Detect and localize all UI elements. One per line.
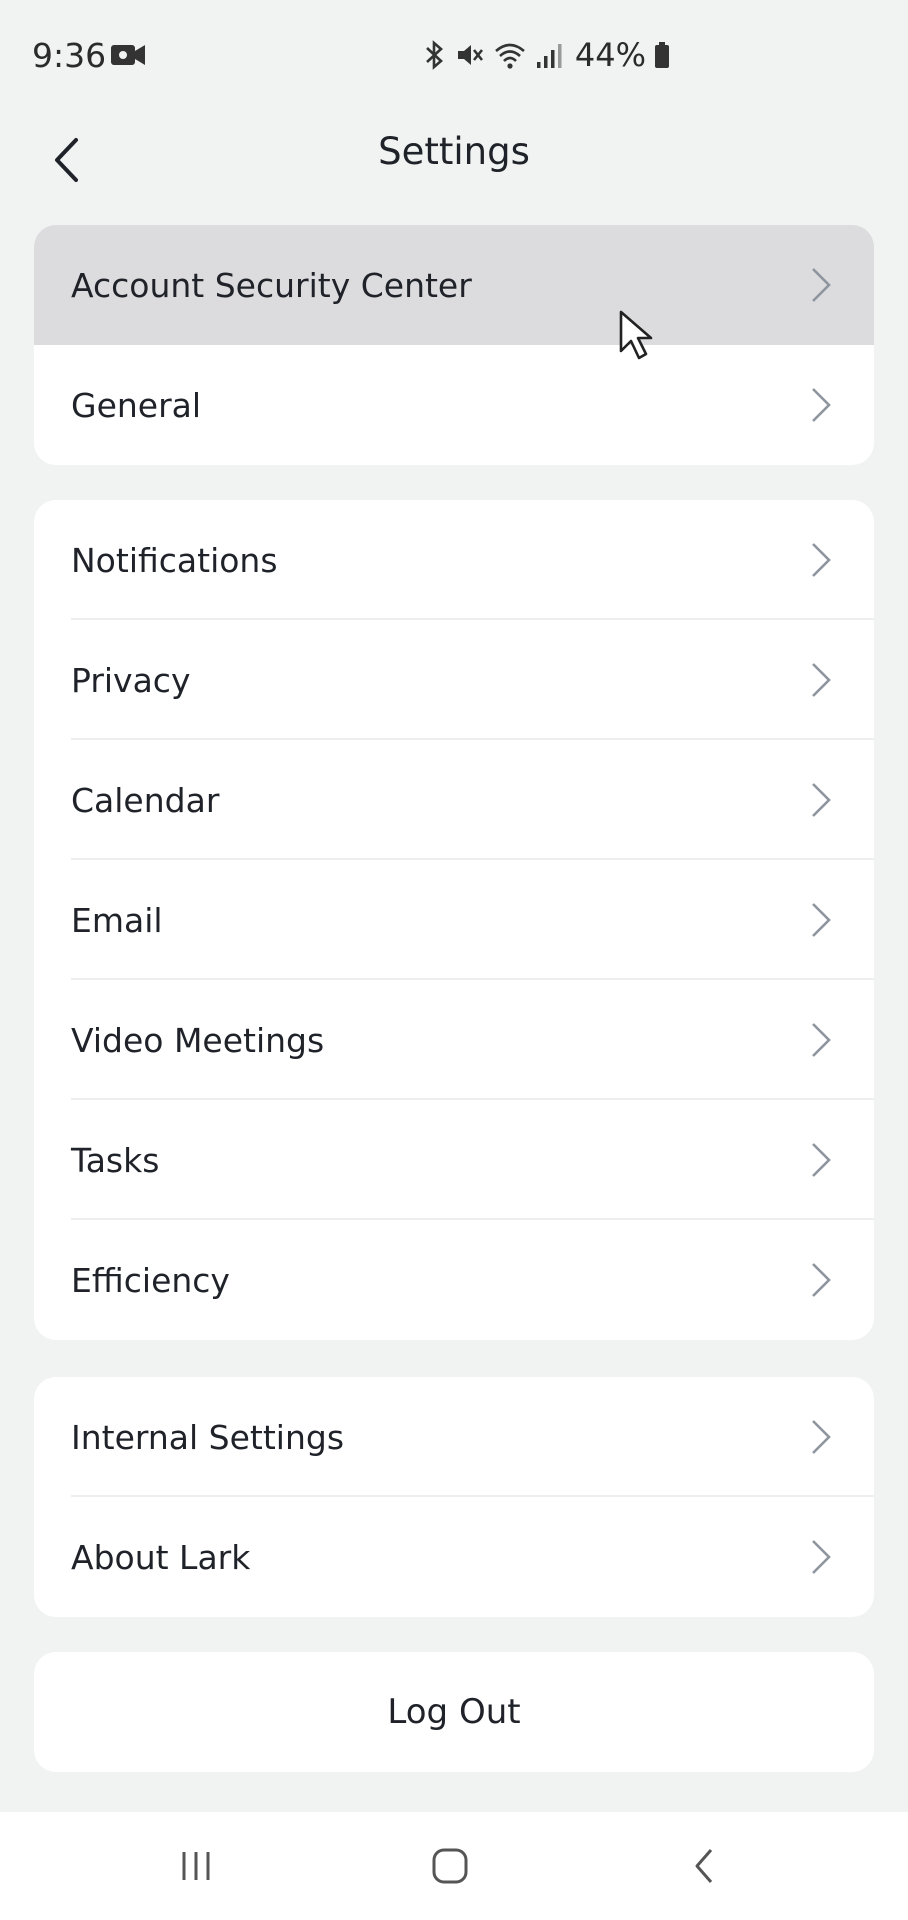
settings-group-app: Internal Settings About Lark [34, 1377, 874, 1617]
settings-group-features: Notifications Privacy Calendar Email Vid… [34, 500, 874, 1340]
row-label: Tasks [71, 1140, 160, 1180]
row-label: Email [71, 900, 163, 940]
chevron-right-icon [812, 543, 831, 577]
mute-icon [457, 45, 483, 65]
home-icon [432, 1848, 468, 1884]
chevron-right-icon [812, 1023, 831, 1057]
system-nav-bar [0, 1812, 908, 1920]
chevron-right-icon [812, 388, 831, 422]
log-out-button[interactable]: Log Out [34, 1652, 874, 1772]
row-label: Privacy [71, 660, 191, 700]
recent-apps-button[interactable] [126, 1812, 266, 1920]
header: Settings [0, 110, 908, 210]
chevron-right-icon [812, 1263, 831, 1297]
bluetooth-icon [425, 40, 443, 70]
general-row[interactable]: General [34, 345, 874, 465]
tasks-row[interactable]: Tasks [34, 1100, 874, 1220]
chevron-right-icon [812, 783, 831, 817]
settings-group-account: Account Security Center General [34, 225, 874, 465]
chevron-right-icon [812, 268, 831, 302]
privacy-row[interactable]: Privacy [34, 620, 874, 740]
battery-icon [655, 42, 669, 68]
row-label: Efficiency [71, 1260, 230, 1300]
recent-apps-icon [182, 1852, 210, 1880]
row-label: Video Meetings [71, 1020, 325, 1060]
page-title: Settings [378, 130, 530, 173]
signal-icon [536, 44, 562, 68]
about-lark-row[interactable]: About Lark [34, 1497, 874, 1617]
camera-icon [111, 45, 145, 65]
home-button[interactable] [380, 1812, 520, 1920]
system-back-button[interactable] [634, 1812, 774, 1920]
internal-settings-row[interactable]: Internal Settings [34, 1377, 874, 1497]
row-label: Calendar [71, 780, 220, 820]
chevron-right-icon [812, 903, 831, 937]
email-row[interactable]: Email [34, 860, 874, 980]
row-label: About Lark [71, 1537, 251, 1577]
chevron-right-icon [812, 1540, 831, 1574]
row-label: Notifications [71, 540, 278, 580]
battery-percent: 44% [574, 36, 646, 74]
mouse-cursor-icon [619, 310, 653, 360]
chevron-right-icon [812, 663, 831, 697]
calendar-row[interactable]: Calendar [34, 740, 874, 860]
video-meetings-row[interactable]: Video Meetings [34, 980, 874, 1100]
status-bar: 9:36 44% [0, 0, 908, 110]
back-icon [695, 1849, 713, 1883]
wifi-icon [495, 43, 525, 69]
chevron-right-icon [812, 1143, 831, 1177]
account-security-center-row[interactable]: Account Security Center [34, 225, 874, 345]
notifications-row[interactable]: Notifications [34, 500, 874, 620]
status-time: 9:36 [32, 36, 107, 75]
chevron-right-icon [812, 1420, 831, 1454]
row-label: General [71, 385, 202, 425]
row-label: Account Security Center [71, 265, 472, 305]
efficiency-row[interactable]: Efficiency [34, 1220, 874, 1340]
row-label: Internal Settings [71, 1417, 345, 1457]
